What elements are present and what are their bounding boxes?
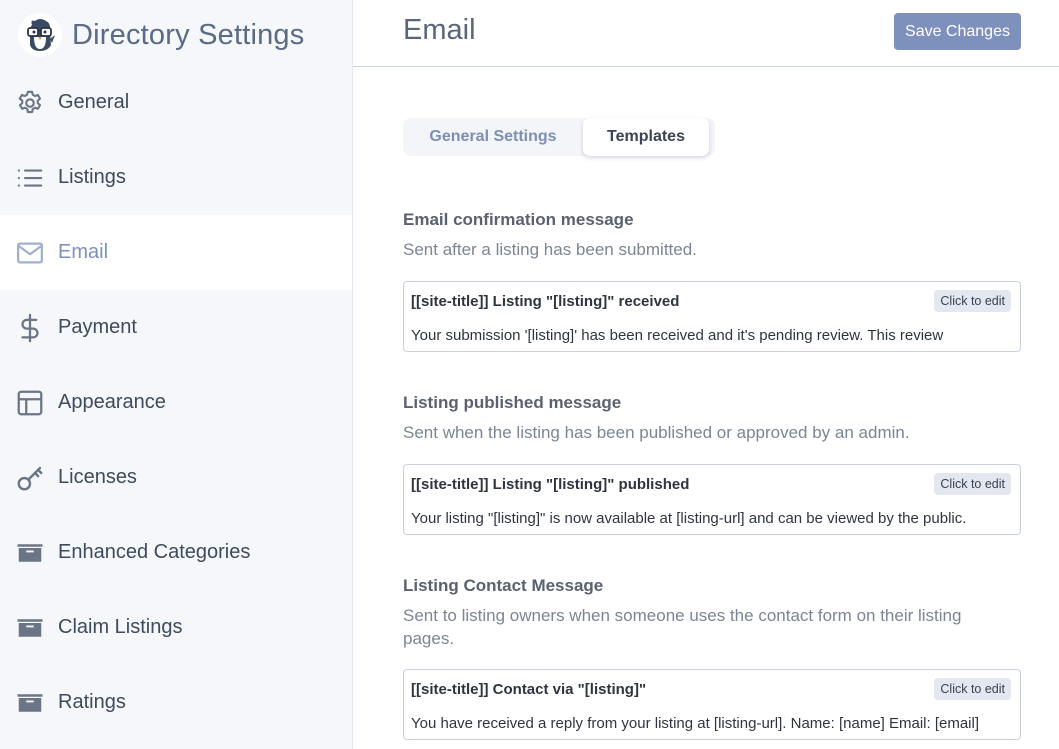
template-preview[interactable]: [[site-title]] Contact via "[listing]" C…	[403, 669, 1021, 740]
section-description: Sent after a listing has been submitted.	[403, 240, 697, 259]
sidebar-item-label: Ratings	[58, 691, 126, 713]
archive-box-icon	[15, 688, 45, 718]
save-changes-button[interactable]: Save Changes	[894, 13, 1021, 50]
archive-box-icon	[15, 538, 45, 568]
click-to-edit-button[interactable]: Click to edit	[934, 678, 1011, 700]
sidebar-item-label: Payment	[58, 316, 137, 338]
section-title: Listing published message	[403, 393, 622, 412]
sidebar-item-listings[interactable]: Listings	[0, 140, 352, 215]
sidebar-item-licenses[interactable]: Licenses	[0, 440, 352, 515]
sidebar-item-payment[interactable]: Payment	[0, 290, 352, 365]
archive-box-icon	[15, 613, 45, 643]
brand-title: Directory Settings	[72, 18, 305, 51]
page-header: Email Save Changes	[353, 0, 1059, 67]
template-preview[interactable]: [[site-title]] Listing "[listing]" recei…	[403, 281, 1021, 352]
template-section-listing-published: Listing published message Sent when the …	[403, 393, 1021, 535]
sidebar-item-label: Listings	[58, 166, 126, 188]
section-description: Sent to listing owners when someone uses…	[403, 606, 962, 648]
sidebar-item-ratings[interactable]: Ratings	[0, 665, 352, 740]
sidebar-item-label: General	[58, 91, 130, 113]
template-body: Your listing "[listing]" is now availabl…	[411, 510, 967, 527]
template-body: You have received a reply from your list…	[411, 715, 980, 732]
sidebar-nav: General Listings Email Payment Appearanc…	[0, 65, 352, 740]
penguin-logo-icon	[18, 13, 62, 57]
envelope-icon	[15, 238, 45, 268]
tab-general-settings[interactable]: General Settings	[403, 118, 583, 156]
click-to-edit-button[interactable]: Click to edit	[934, 473, 1011, 495]
sidebar-item-label: Enhanced Categories	[58, 541, 251, 563]
list-icon	[15, 163, 45, 193]
layout-icon	[15, 388, 45, 418]
sidebar-item-label: Licenses	[58, 466, 137, 488]
gear-icon	[15, 88, 45, 118]
sidebar: Directory Settings General Listings Emai…	[0, 0, 353, 749]
tab-bar: General Settings Templates	[403, 118, 715, 156]
template-body: Your submission '[listing]' has been rec…	[411, 327, 944, 344]
sidebar-item-appearance[interactable]: Appearance	[0, 365, 352, 440]
section-description: Sent when the listing has been published…	[403, 423, 910, 442]
sidebar-item-enhanced-categories[interactable]: Enhanced Categories	[0, 515, 352, 590]
tab-templates[interactable]: Templates	[583, 118, 709, 156]
template-subject: [[site-title]] Listing "[listing]" recei…	[411, 293, 680, 310]
key-icon	[15, 463, 45, 493]
sidebar-item-email[interactable]: Email	[0, 215, 352, 290]
sidebar-item-claim-listings[interactable]: Claim Listings	[0, 590, 352, 665]
click-to-edit-button[interactable]: Click to edit	[934, 290, 1011, 312]
brand: Directory Settings	[18, 11, 304, 59]
sidebar-item-label: Claim Listings	[58, 616, 183, 638]
template-subject: [[site-title]] Listing "[listing]" publi…	[411, 476, 690, 493]
section-title: Email confirmation message	[403, 210, 634, 229]
dollar-icon	[15, 313, 45, 343]
sidebar-item-label: Email	[58, 241, 109, 263]
sidebar-item-general[interactable]: General	[0, 65, 352, 140]
template-subject: [[site-title]] Contact via "[listing]"	[411, 681, 647, 698]
template-section-email-confirmation: Email confirmation message Sent after a …	[403, 210, 1021, 352]
page-title: Email	[403, 14, 476, 46]
sidebar-item-label: Appearance	[58, 391, 166, 413]
template-section-listing-contact: Listing Contact Message Sent to listing …	[403, 576, 1021, 740]
section-title: Listing Contact Message	[403, 576, 604, 595]
template-preview[interactable]: [[site-title]] Listing "[listing]" publi…	[403, 464, 1021, 535]
